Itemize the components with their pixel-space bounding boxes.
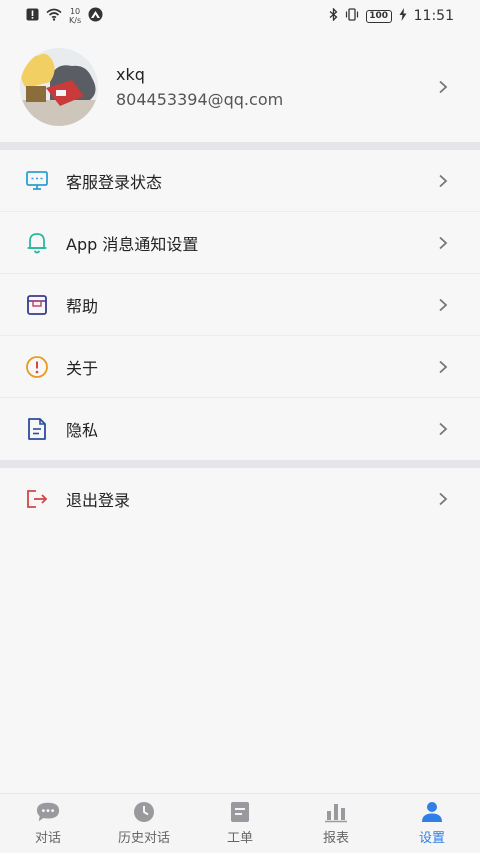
status-bar-right: 100 11:51 (329, 6, 454, 25)
menu-item-service-login-status[interactable]: 客服登录状态 (0, 150, 480, 212)
wifi-icon (46, 8, 62, 25)
clock-icon (132, 801, 156, 823)
network-speed: 10 K/s (69, 7, 81, 25)
status-bar: 10 K/s 100 11:51 (0, 0, 480, 32)
menu-item-logout[interactable]: 退出登录 (0, 468, 480, 530)
menu-label: App 消息通知设置 (66, 234, 199, 254)
profile-card[interactable]: xkq 804453394@qq.com (0, 32, 480, 142)
tab-label: 工单 (226, 831, 253, 846)
profile-email: 804453394@qq.com (116, 90, 284, 109)
chevron-right-icon (436, 492, 450, 506)
logout-menu: 退出登录 (0, 468, 480, 530)
profile-info: xkq 804453394@qq.com (116, 65, 283, 109)
menu-label: 隐私 (66, 421, 99, 440)
menu-item-help[interactable]: 帮助 (0, 274, 480, 336)
network-speed-unit: K/s (69, 16, 82, 25)
tab-label: 报表 (322, 831, 349, 846)
chevron-right-icon (436, 236, 450, 250)
chat-bubble-icon (36, 801, 60, 823)
charging-icon (399, 7, 407, 25)
bell-icon (24, 230, 50, 256)
tab-history[interactable]: 历史对话 (104, 801, 184, 846)
section-divider (0, 142, 480, 150)
settings-menu: 客服登录状态 App 消息通知设置 帮助 关于 隐私 (0, 150, 480, 460)
tab-label: 对话 (34, 831, 61, 846)
menu-label: 客服登录状态 (66, 172, 163, 192)
clock-time: 11:51 (413, 8, 454, 24)
tab-ticket[interactable]: 工单 (200, 801, 280, 846)
ticket-icon (228, 801, 252, 823)
tab-label: 设置 (418, 831, 445, 846)
document-icon (24, 416, 50, 442)
chevron-right-icon (436, 298, 450, 312)
chevron-right-icon (436, 80, 450, 94)
monitor-icon (24, 168, 50, 194)
menu-item-about[interactable]: 关于 (0, 336, 480, 398)
section-divider (0, 460, 480, 468)
chevron-right-icon (436, 422, 450, 436)
menu-item-privacy[interactable]: 隐私 (0, 398, 480, 460)
avatar[interactable] (20, 48, 98, 126)
bottom-tab-bar: 对话 历史对话 工单 报表 设置 (0, 793, 480, 853)
logout-icon (24, 486, 50, 512)
help-box-icon (24, 292, 50, 318)
bar-chart-icon (324, 801, 348, 823)
menu-label: 退出登录 (66, 491, 131, 510)
chevron-right-icon (436, 174, 450, 188)
network-speed-value: 10 (69, 7, 81, 16)
menu-item-notification-settings[interactable]: App 消息通知设置 (0, 212, 480, 274)
tab-settings[interactable]: 设置 (392, 801, 472, 846)
menu-label: 关于 (66, 358, 99, 378)
menu-label: 帮助 (66, 296, 99, 316)
bluetooth-icon (329, 6, 338, 25)
status-bar-left: 10 K/s (26, 7, 103, 26)
tab-report[interactable]: 报表 (296, 801, 376, 846)
app-notification-icon (88, 7, 103, 26)
chevron-right-icon (436, 360, 450, 374)
battery-indicator: 100 (365, 9, 392, 23)
alert-icon (26, 8, 39, 25)
profile-name: xkq (116, 65, 145, 84)
person-icon (420, 801, 444, 823)
info-icon (24, 354, 50, 380)
tab-chat[interactable]: 对话 (8, 801, 88, 846)
tab-label: 历史对话 (117, 831, 170, 846)
vibrate-icon (345, 7, 359, 25)
